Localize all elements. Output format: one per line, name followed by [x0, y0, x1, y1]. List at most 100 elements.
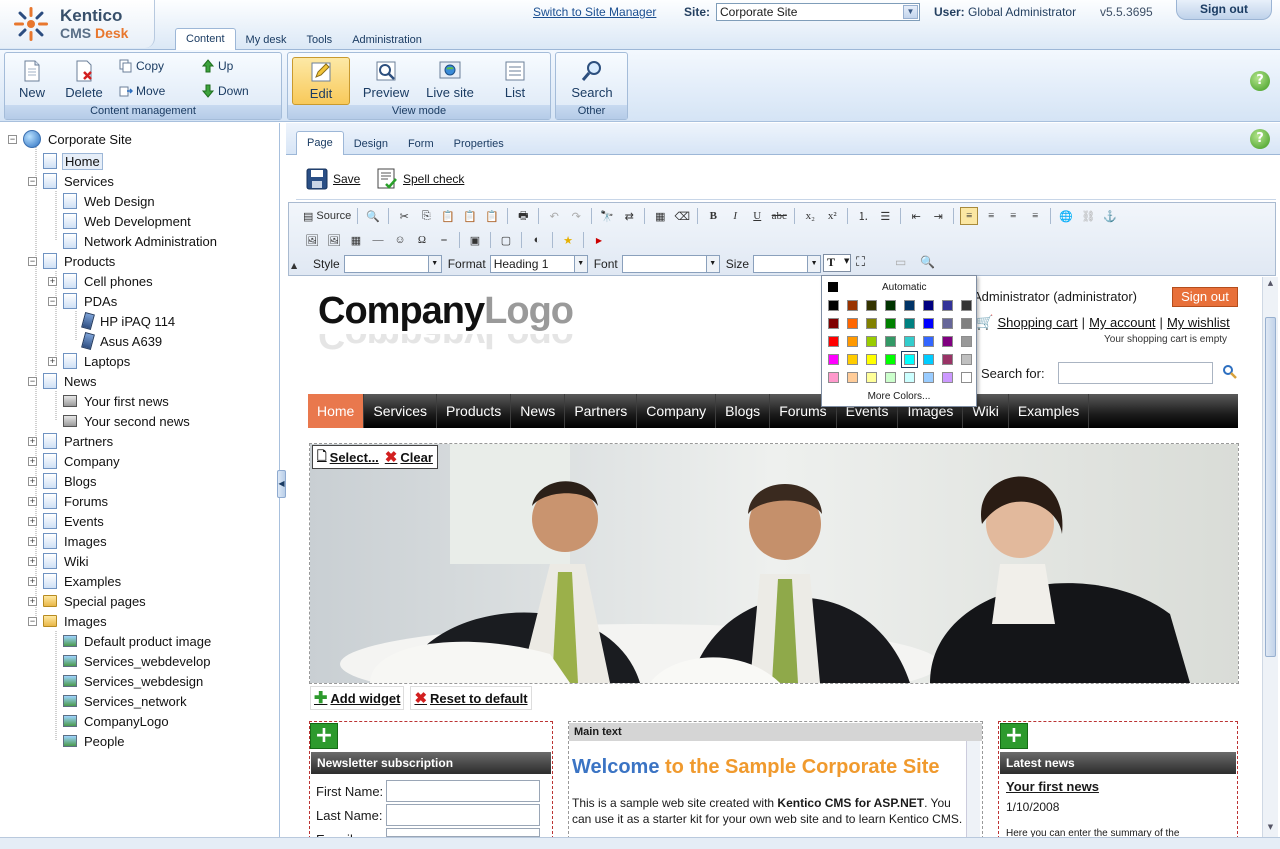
insert-flash-icon[interactable]: ◐ — [528, 231, 546, 249]
page-break-icon[interactable]: ⎯ — [435, 231, 453, 249]
tree-node[interactable]: − Services — [28, 171, 116, 191]
tree-node[interactable]: + Special pages — [28, 591, 148, 611]
insert-widget-icon[interactable]: ▢ — [497, 231, 515, 249]
reset-to-default-button[interactable]: ✖ Reset to default — [410, 686, 532, 710]
preview-button[interactable]: Preview — [358, 57, 414, 103]
find-icon[interactable]: 🔭 — [598, 207, 616, 225]
tree-node[interactable]: + Images — [28, 531, 109, 551]
anchor-icon[interactable]: ⚓ — [1101, 207, 1119, 225]
align-justify-icon[interactable]: ≡ — [1026, 207, 1044, 225]
expand-icon[interactable]: + — [28, 536, 37, 546]
color-swatch[interactable] — [866, 372, 877, 383]
tree-node[interactable]: Your first news — [63, 391, 171, 411]
insert-table-icon[interactable]: ▦ — [347, 231, 365, 249]
chevron-down-icon[interactable]: ▼ — [427, 256, 441, 272]
color-swatch[interactable] — [923, 318, 934, 329]
preview-doc-icon[interactable]: 🔍 — [364, 207, 382, 225]
search-button[interactable]: Search — [566, 57, 618, 103]
expand-icon[interactable]: + — [28, 596, 37, 606]
tab-page[interactable]: Page — [296, 131, 344, 155]
scroll-down-icon[interactable]: ▼ — [1265, 823, 1276, 835]
tree-node[interactable]: Asus A639 — [81, 331, 164, 351]
color-swatch[interactable] — [942, 336, 953, 347]
edit-button[interactable]: Edit — [292, 57, 350, 105]
scrollbar-thumb[interactable] — [1265, 317, 1276, 657]
tree-node[interactable]: Network Administration — [63, 231, 219, 251]
expand-icon[interactable]: + — [28, 516, 37, 526]
collapse-icon[interactable]: − — [8, 134, 17, 144]
tree-node[interactable]: CompanyLogo — [63, 711, 171, 731]
color-swatch[interactable] — [828, 354, 839, 365]
tree-node[interactable]: − News — [28, 371, 99, 391]
redo-icon[interactable]: ↷ — [567, 207, 585, 225]
underline-icon[interactable]: U — [748, 207, 766, 225]
format-select[interactable]: Heading 1 ▼ — [489, 255, 588, 273]
clear-image-button[interactable]: ✖ Clear — [385, 448, 433, 466]
replace-icon[interactable]: ⇄ — [620, 207, 638, 225]
tree-node[interactable]: Services_webdesign — [63, 671, 205, 691]
color-swatch[interactable] — [885, 372, 896, 383]
color-swatch[interactable] — [847, 372, 858, 383]
subscript-icon[interactable]: x₂ — [801, 207, 819, 225]
color-swatch[interactable] — [923, 336, 934, 347]
color-swatch[interactable] — [866, 336, 877, 347]
tab-content[interactable]: Content — [175, 28, 236, 50]
switch-to-site-manager-link[interactable]: Switch to Site Manager — [533, 5, 656, 19]
sign-out-button[interactable]: Sign out — [1176, 0, 1272, 20]
color-swatch[interactable] — [866, 318, 877, 329]
expand-icon[interactable]: + — [28, 476, 37, 486]
color-swatch[interactable] — [942, 318, 953, 329]
more-colors-link[interactable]: More Colors... — [822, 391, 976, 402]
shopping-cart-link[interactable]: Shopping cart — [997, 315, 1077, 330]
paste-icon[interactable]: 📋 — [439, 207, 457, 225]
tree-node[interactable]: + Partners — [28, 431, 115, 451]
add-widget-plus-icon[interactable]: + — [310, 723, 338, 749]
page-help-icon[interactable]: ? — [1250, 129, 1270, 149]
chevron-down-icon[interactable]: ▼ — [705, 256, 719, 272]
tree-node[interactable]: + Blogs — [28, 471, 99, 491]
select-image-button[interactable]: 🗋 Select... — [317, 447, 379, 468]
nav-item-home[interactable]: Home — [308, 394, 365, 428]
site-select[interactable]: Corporate Site ▼ — [716, 3, 920, 21]
first-name-input[interactable] — [386, 780, 540, 802]
tree-node[interactable]: Services_webdevelop — [63, 651, 212, 671]
color-swatch[interactable] — [961, 318, 972, 329]
search-icon[interactable] — [1222, 364, 1238, 380]
email-input[interactable] — [386, 828, 540, 837]
copy-button[interactable]: Copy — [119, 59, 164, 73]
youtube-icon[interactable]: ▶ — [590, 231, 608, 249]
color-swatch[interactable] — [885, 336, 896, 347]
chevron-down-icon[interactable]: ▼ — [573, 256, 587, 272]
tree-node[interactable]: + Laptops — [48, 351, 132, 371]
special-char-icon[interactable]: Ω — [413, 231, 431, 249]
automatic-color-option[interactable]: Automatic — [882, 282, 926, 293]
last-name-input[interactable] — [386, 804, 540, 826]
paste-word-icon[interactable]: 📋 — [483, 207, 501, 225]
tree-node[interactable]: People — [63, 731, 126, 751]
align-center-icon[interactable]: ≡ — [982, 207, 1000, 225]
tree-node[interactable]: Services_network — [63, 691, 189, 711]
news-item-link[interactable]: Your first news — [1006, 779, 1099, 794]
color-swatch[interactable] — [961, 336, 972, 347]
color-swatch[interactable] — [828, 336, 839, 347]
collapse-icon[interactable]: − — [28, 176, 37, 186]
site-sign-out-button[interactable]: Sign out — [1172, 287, 1238, 307]
color-swatch[interactable] — [904, 300, 915, 311]
bulleted-list-icon[interactable]: ☰ — [876, 207, 894, 225]
numbered-list-icon[interactable]: ⒈ — [854, 207, 872, 225]
expand-icon[interactable]: + — [28, 576, 37, 586]
tree-node[interactable]: + Cell phones — [48, 271, 155, 291]
color-swatch[interactable] — [828, 318, 839, 329]
print-icon[interactable]: 🖶 — [514, 207, 532, 225]
tree-root[interactable]: − Corporate Site — [8, 129, 134, 149]
spell-check-button[interactable]: Spell check — [376, 168, 464, 190]
expand-icon[interactable]: + — [48, 276, 57, 286]
my-wishlist-link[interactable]: My wishlist — [1167, 315, 1230, 330]
unlink-icon[interactable]: ⛓ — [1079, 207, 1097, 225]
color-swatch[interactable] — [942, 300, 953, 311]
source-button[interactable]: ▤ Source — [303, 207, 351, 225]
text-color-button[interactable]: T ▼ — [823, 254, 851, 272]
tree-node[interactable]: + Wiki — [28, 551, 91, 571]
nav-item-services[interactable]: Services — [364, 394, 438, 428]
toolbar-collapse-icon[interactable]: ▲ — [291, 261, 297, 270]
